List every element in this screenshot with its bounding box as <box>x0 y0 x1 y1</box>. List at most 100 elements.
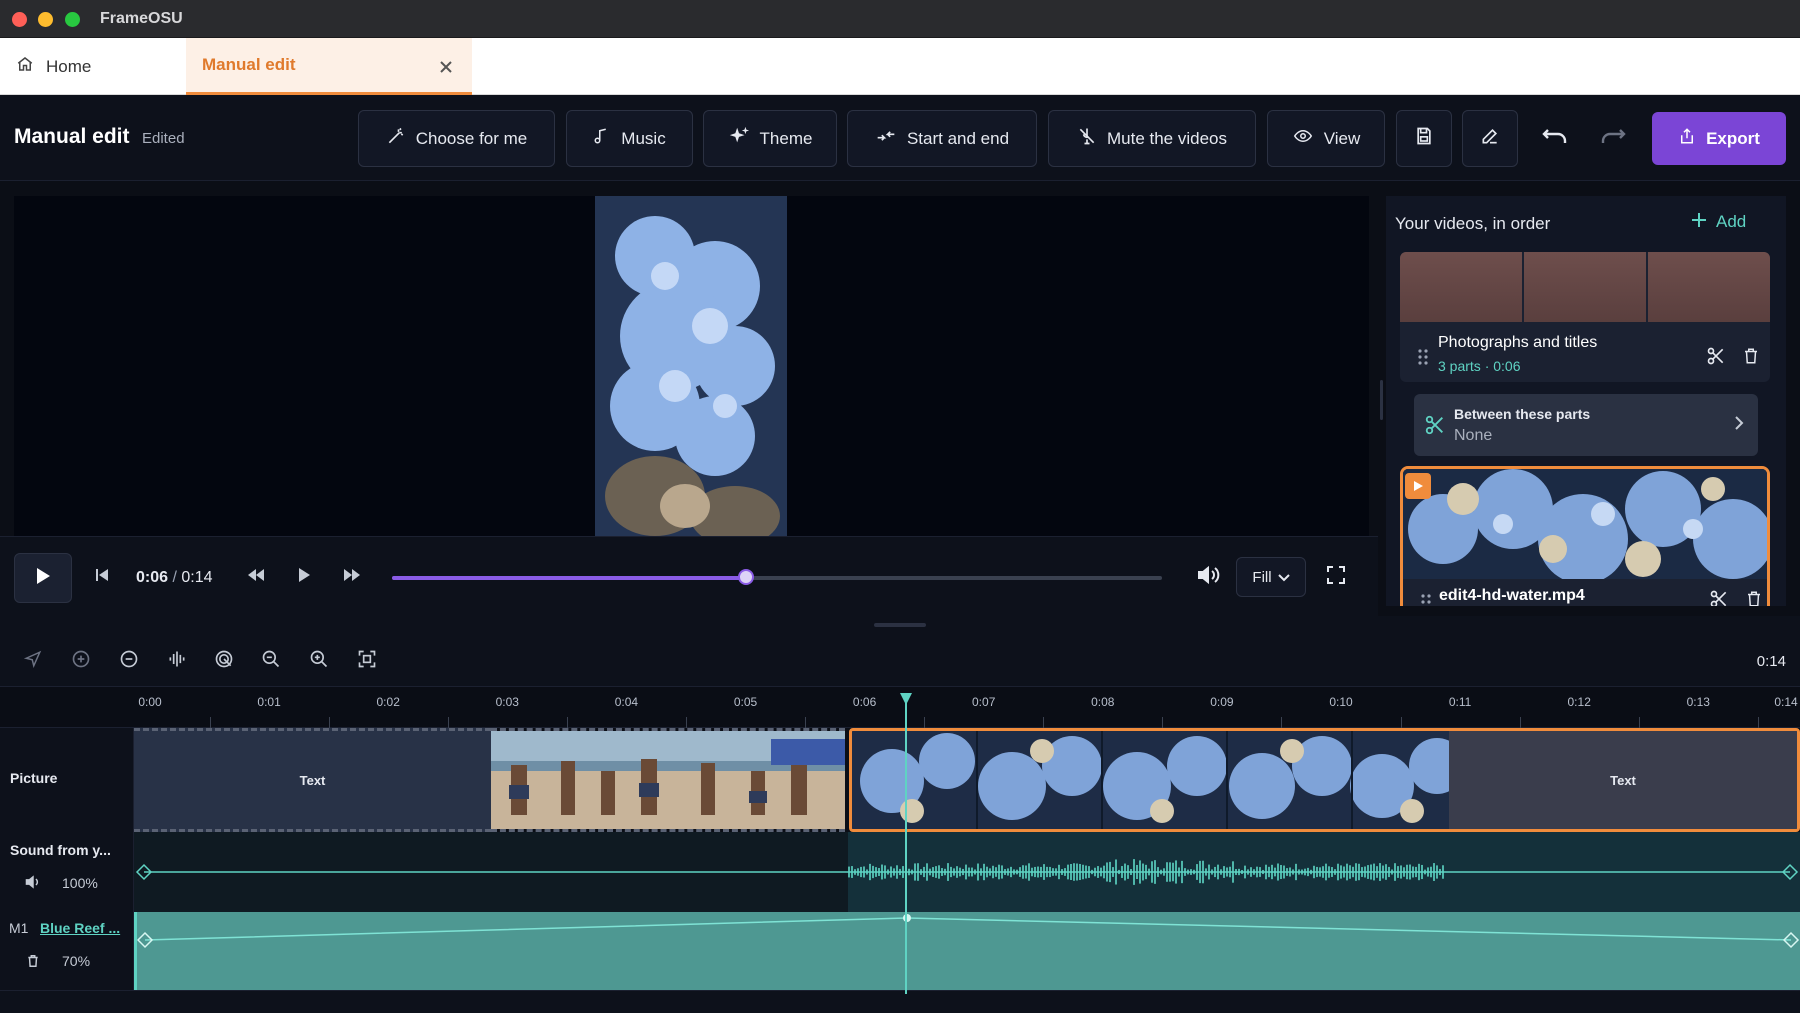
choose-for-me-button[interactable]: Choose for me <box>358 110 555 167</box>
select-tool-button[interactable] <box>22 650 44 672</box>
add-marker-button[interactable] <box>70 650 92 672</box>
drag-handle-icon[interactable] <box>1418 349 1428 370</box>
ruler-tick-label: 0:06 <box>852 695 877 709</box>
export-button[interactable]: Export <box>1652 112 1786 165</box>
ruler-tick-label: 0:12 <box>1567 695 1591 709</box>
zoom-in-icon <box>309 649 329 674</box>
zoom-out-button[interactable] <box>260 650 282 672</box>
magic-wand-icon <box>386 126 416 151</box>
fit-to-view-button[interactable] <box>356 650 378 672</box>
volume-button[interactable] <box>1194 565 1222 589</box>
trash-icon[interactable] <box>26 953 40 974</box>
zoom-in-button[interactable] <box>308 650 330 672</box>
app-window: FrameOSU Home Manual edit Manual edit Ed… <box>0 0 1800 1013</box>
fullscreen-button[interactable] <box>1324 565 1348 589</box>
tab-manual-edit-label: Manual edit <box>202 55 296 74</box>
video-group-card[interactable]: Photographs and titles 3 parts · 0:06 <box>1400 252 1770 382</box>
view-button[interactable]: View <box>1267 110 1385 167</box>
progress-fill <box>392 576 747 580</box>
share-icon <box>1678 125 1706 152</box>
time-separator: / <box>172 569 177 586</box>
text-clip-end[interactable]: Text <box>1449 731 1797 829</box>
target-icon <box>214 649 234 674</box>
selected-video-clip[interactable]: Text <box>849 728 1800 832</box>
panel-splitter[interactable] <box>0 616 1800 636</box>
ruler-tick-label: 0:13 <box>1686 695 1710 709</box>
remove-button[interactable] <box>118 650 140 672</box>
cursor-arrow-icon <box>23 650 42 673</box>
sound-track[interactable] <box>134 832 1800 912</box>
add-video-button[interactable]: Add <box>1692 212 1746 232</box>
transition-card[interactable]: Between these parts None <box>1414 394 1758 456</box>
theme-button[interactable]: Theme <box>703 110 837 167</box>
scissors-icon[interactable] <box>1709 589 1729 606</box>
view-label: View <box>1323 128 1361 148</box>
skip-to-start-button[interactable] <box>90 565 114 589</box>
waveform-button[interactable] <box>166 650 188 672</box>
rewind-button[interactable] <box>244 565 268 589</box>
zoom-out-icon <box>261 649 281 674</box>
drag-handle-icon[interactable] <box>1421 594 1431 606</box>
editor-toolbar: Manual edit Edited Choose for me Music T… <box>0 95 1800 181</box>
start-and-end-label: Start and end <box>906 128 1010 148</box>
redo-button[interactable] <box>1588 110 1638 167</box>
step-play-button[interactable] <box>292 565 316 589</box>
minimize-window-button[interactable] <box>38 12 53 27</box>
video-clip-card[interactable]: edit4-hd-water.mp4 <box>1400 466 1770 606</box>
ruler-tick-label: 0:07 <box>972 695 996 709</box>
tab-home[interactable]: Home <box>0 38 186 95</box>
transition-value: None <box>1454 427 1493 444</box>
fill-mode-value: Fill <box>1252 568 1272 586</box>
trash-icon[interactable] <box>1742 346 1760 371</box>
plus-icon <box>1692 212 1716 232</box>
scissors-icon[interactable] <box>1706 346 1726 371</box>
splitter-grip[interactable] <box>874 623 926 627</box>
undo-button[interactable] <box>1530 110 1580 167</box>
timeline-scrollbar[interactable] <box>0 990 1800 1013</box>
snap-button[interactable] <box>213 650 235 672</box>
sound-track-name: Sound from y... <box>10 842 111 858</box>
music-track[interactable] <box>134 912 1800 990</box>
fast-forward-icon <box>342 568 362 587</box>
playing-badge-icon <box>1405 473 1431 499</box>
fill-mode-select[interactable]: Fill <box>1236 557 1306 597</box>
ruler-tick-label: 0:05 <box>733 695 758 709</box>
total-time: 0:14 <box>181 569 213 586</box>
mute-videos-button[interactable]: Mute the videos <box>1048 110 1256 167</box>
save-button[interactable] <box>1396 110 1452 167</box>
beach-photo-clip[interactable] <box>491 728 845 832</box>
sound-waveform <box>135 832 1800 912</box>
text-clip-start[interactable]: Text <box>134 728 491 832</box>
close-window-button[interactable] <box>12 12 27 27</box>
playhead-handle[interactable] <box>899 692 913 706</box>
tab-manual-edit[interactable]: Manual edit <box>186 38 472 95</box>
progress-slider[interactable] <box>392 569 1162 585</box>
start-and-end-button[interactable]: Start and end <box>847 110 1037 167</box>
side-panel-resize-handle[interactable] <box>1380 380 1383 420</box>
picture-track: Text Text <box>134 728 1800 832</box>
timeline-toolbar: 0:14 <box>0 636 1800 686</box>
clip-name: edit4-hd-water.mp4 <box>1439 587 1585 604</box>
player-controls: 0:06 / 0:14 Fill <box>0 536 1378 616</box>
maximize-window-button[interactable] <box>65 12 80 27</box>
title-bar: FrameOSU <box>0 0 1800 38</box>
rewind-icon <box>246 568 266 587</box>
music-track-name[interactable]: Blue Reef ... <box>40 920 120 936</box>
music-button[interactable]: Music <box>566 110 693 167</box>
speaker-icon[interactable] <box>24 874 42 895</box>
theme-label: Theme <box>759 128 813 148</box>
redo-icon <box>1600 126 1626 151</box>
close-icon[interactable] <box>436 57 456 77</box>
rename-button[interactable] <box>1462 110 1518 167</box>
text-clip-start-label: Text <box>299 772 326 788</box>
music-note-icon <box>593 126 621 151</box>
trash-icon[interactable] <box>1745 589 1763 606</box>
fast-forward-button[interactable] <box>340 565 364 589</box>
play-small-icon <box>297 567 311 588</box>
pencil-icon <box>1480 126 1500 151</box>
coral-clip-frames <box>852 731 1449 829</box>
scissors-icon <box>1424 414 1446 441</box>
progress-knob[interactable] <box>738 569 755 585</box>
play-icon <box>34 566 52 591</box>
play-button[interactable] <box>14 553 72 603</box>
